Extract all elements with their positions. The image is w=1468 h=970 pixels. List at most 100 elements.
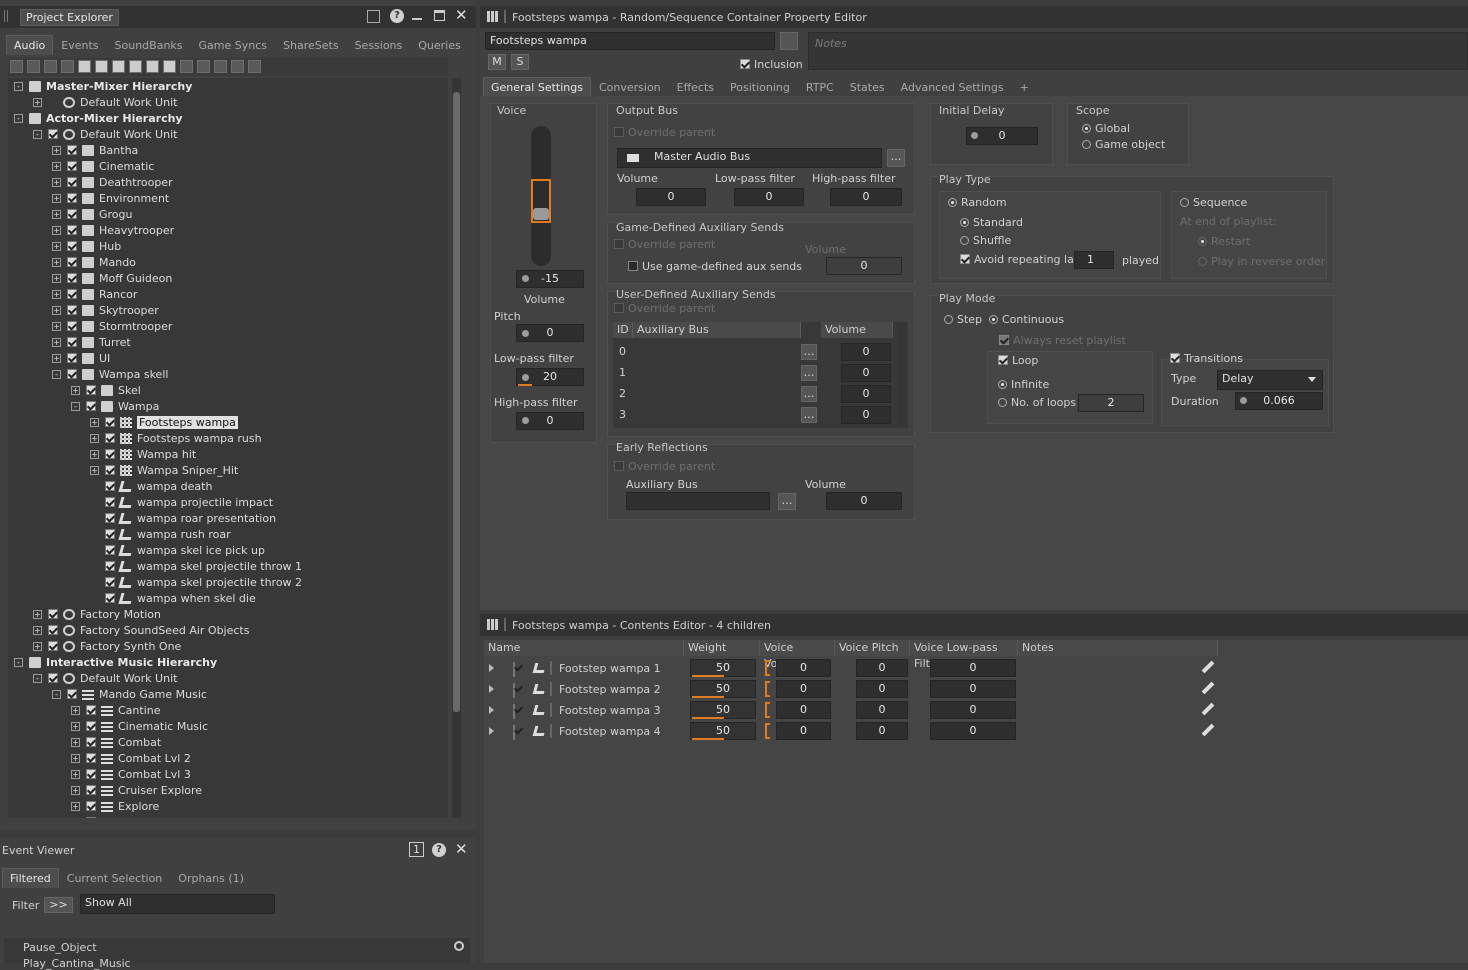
list-item[interactable]: Play_Cantina_Music <box>23 957 131 970</box>
expand-icon[interactable]: + <box>52 289 61 299</box>
tree-item[interactable]: + Default Work Unit <box>33 94 177 110</box>
inclusion-checkbox[interactable] <box>67 353 77 363</box>
tree-scrollbar[interactable] <box>452 78 461 818</box>
tree-item[interactable]: - Mando Game Music <box>52 686 207 702</box>
row-voice-lpf[interactable]: 0 <box>930 659 1016 677</box>
tree-item[interactable]: + Deathtrooper <box>52 174 173 190</box>
sound-sfx-icon[interactable] <box>146 60 159 73</box>
expand-icon[interactable]: + <box>52 273 61 283</box>
tab-states[interactable]: States <box>842 77 893 97</box>
expand-icon[interactable]: + <box>71 801 80 811</box>
avoid-check-icon[interactable] <box>960 254 970 264</box>
table-row[interactable]: Footstep wampa 1 50 0 0 0 <box>484 658 1464 678</box>
inclusion-checkbox[interactable] <box>67 321 77 331</box>
use-game-aux-check-icon[interactable] <box>628 261 638 271</box>
inclusion-checkbox[interactable] <box>86 705 96 715</box>
edit-notes-icon[interactable] <box>1201 723 1215 737</box>
tree-item[interactable]: + Wampa hit <box>90 446 196 462</box>
tab-conversion[interactable]: Conversion <box>591 77 669 97</box>
loop-check-icon[interactable] <box>998 355 1008 365</box>
tree-item[interactable]: + Turret <box>52 334 131 350</box>
aux-volume[interactable]: 0 <box>841 406 891 424</box>
tab-events[interactable]: Events <box>53 35 106 55</box>
expand-icon[interactable]: + <box>52 337 61 347</box>
drag-handle-icon[interactable] <box>504 618 506 631</box>
add-tab-button[interactable]: + <box>1012 77 1037 97</box>
col-voice-volume[interactable]: Voice Volume <box>760 640 835 670</box>
expand-icon[interactable]: + <box>52 161 61 171</box>
expand-arrow-icon[interactable] <box>489 664 494 672</box>
output-volume-value[interactable]: 0 <box>636 188 706 206</box>
sequence-container-icon[interactable] <box>95 60 108 73</box>
continuous-radio[interactable]: Continuous <box>989 313 1064 326</box>
inclusion-checkbox[interactable] <box>105 577 115 587</box>
inclusion-checkbox[interactable] <box>48 641 58 651</box>
aux-browse-button[interactable]: … <box>801 344 817 360</box>
inclusion-checkbox[interactable] <box>67 177 77 187</box>
duration-knob[interactable] <box>1240 397 1247 404</box>
radio-icon[interactable] <box>998 380 1007 389</box>
tree-item[interactable]: - Wampa <box>71 398 159 414</box>
expand-arrow-icon[interactable] <box>489 727 494 735</box>
aux-row-1[interactable]: 1 … 0 <box>613 363 893 383</box>
tree-item[interactable]: + Factory SoundSeed Air Objects <box>33 622 249 638</box>
use-game-aux-checkbox[interactable]: Use game-defined aux sends <box>628 260 802 273</box>
inclusion-checkbox[interactable] <box>67 289 77 299</box>
radio-icon[interactable] <box>998 398 1007 407</box>
output-lpf-value[interactable]: 0 <box>734 188 804 206</box>
expand-icon[interactable]: + <box>33 609 42 619</box>
tree-item[interactable]: + Skel <box>71 382 141 398</box>
sequence-radio[interactable]: Sequence <box>1180 196 1247 209</box>
collapse-icon[interactable]: - <box>52 689 61 699</box>
override-check-icon[interactable] <box>614 127 624 137</box>
expand-icon[interactable]: + <box>71 753 80 763</box>
collapse-icon[interactable]: - <box>52 369 61 379</box>
tree-item[interactable]: + Bantha <box>52 142 138 158</box>
tree-item[interactable]: wampa rush roar <box>90 526 231 542</box>
notes-area[interactable]: Notes <box>808 32 1468 70</box>
expand-icon[interactable]: + <box>71 385 80 395</box>
help-icon[interactable]: ? <box>432 843 446 857</box>
output-override-parent[interactable]: Override parent <box>614 126 715 139</box>
expand-icon[interactable]: + <box>52 145 61 155</box>
row-voice-volume[interactable]: 0 <box>776 722 831 740</box>
tree-item[interactable]: wampa skel ice pick up <box>90 542 265 558</box>
row-voice-lpf[interactable]: 0 <box>930 680 1016 698</box>
override-check-icon[interactable] <box>614 239 624 249</box>
inclusion-checkbox[interactable] <box>86 753 96 763</box>
row-voice-volume[interactable]: 0 <box>776 701 831 719</box>
aux-browse-button[interactable]: … <box>801 386 817 402</box>
drag-handle-icon[interactable] <box>504 10 506 23</box>
inclusion-checkbox[interactable] <box>67 193 77 203</box>
pitch-knob[interactable] <box>522 330 529 337</box>
event-viewer-badge[interactable]: 1 <box>409 842 424 857</box>
tree-item[interactable]: + Explore Level 2 <box>71 814 202 818</box>
inclusion-checkbox[interactable] <box>67 305 77 315</box>
aux-browse-button[interactable]: … <box>801 365 817 381</box>
inclusion-checkbox[interactable] <box>67 161 77 171</box>
close-icon[interactable]: ✕ <box>455 6 468 24</box>
shuffle-radio[interactable]: Shuffle <box>960 234 1011 247</box>
tab-game-syncs[interactable]: Game Syncs <box>191 35 276 55</box>
solo-button[interactable]: S <box>511 54 529 70</box>
scope-global-radio[interactable]: Global <box>1082 122 1130 135</box>
inclusion-checkbox[interactable] <box>67 337 77 347</box>
sound-voice-icon[interactable] <box>163 60 176 73</box>
inclusion-checkbox[interactable] <box>105 529 115 539</box>
inclusion-checkbox[interactable] <box>48 625 58 635</box>
inclusion-checkbox[interactable] <box>86 769 96 779</box>
tree-scrollbar-thumb[interactable] <box>453 92 460 712</box>
row-voice-pitch[interactable]: 0 <box>856 659 908 677</box>
inclusion-checkbox[interactable] <box>105 593 115 603</box>
edit-notes-icon[interactable] <box>1201 660 1215 674</box>
music-track-icon[interactable] <box>231 60 244 73</box>
row-voice-pitch[interactable]: 0 <box>856 680 908 698</box>
expand-icon[interactable]: + <box>52 209 61 219</box>
tree-item[interactable]: + Moff Guideon <box>52 270 172 286</box>
table-row[interactable]: Footstep wampa 2 50 0 0 0 <box>484 679 1464 699</box>
inclusion-checkbox[interactable] <box>67 225 77 235</box>
tree-item[interactable]: - Default Work Unit <box>33 670 177 686</box>
standard-radio[interactable]: Standard <box>960 216 1023 229</box>
tree-item[interactable]: + Rancor <box>52 286 137 302</box>
tree-item[interactable]: + Hub <box>52 238 121 254</box>
